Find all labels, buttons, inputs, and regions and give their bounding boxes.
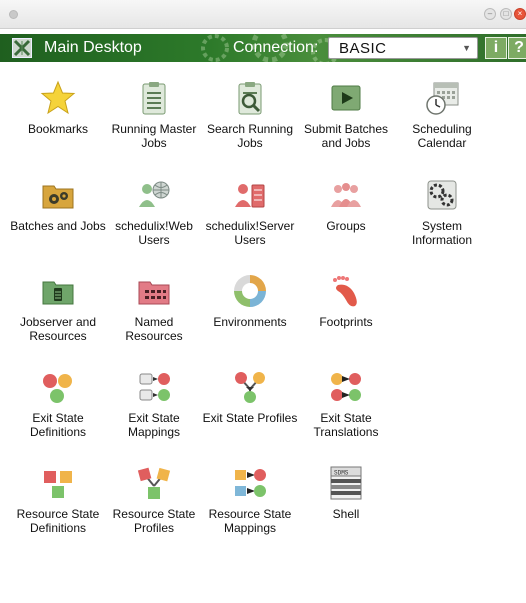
launcher-jobserver-and-resources[interactable]: Jobserver and Resources <box>10 273 106 343</box>
schedulix-logo-icon <box>12 38 32 58</box>
exit-state-translations-icon <box>328 369 364 405</box>
launcher-exit-state-translations[interactable]: Exit State Translations <box>298 369 394 439</box>
launcher-groups[interactable]: Groups <box>298 177 394 233</box>
resource-state-definitions-icon <box>40 465 76 501</box>
minimize-button[interactable]: – <box>484 8 496 20</box>
resource-state-profiles-icon <box>136 465 172 501</box>
launcher-label: Running Master Jobs <box>111 122 197 150</box>
launcher-search-running-jobs[interactable]: Search Running Jobs <box>202 80 298 150</box>
clipboard-search-icon <box>232 80 268 116</box>
exit-state-profiles-icon <box>232 369 268 405</box>
launcher-label: Batches and Jobs <box>10 219 106 233</box>
launcher-bookmarks[interactable]: Bookmarks <box>10 80 106 136</box>
play-icon <box>328 80 364 116</box>
window-titlebar: – □ × <box>0 0 526 29</box>
launcher-label: Exit State Mappings <box>127 411 181 439</box>
help-button[interactable]: ? <box>508 37 526 59</box>
info-button[interactable]: i <box>485 37 507 59</box>
exit-state-definitions-icon <box>40 369 76 405</box>
connection-select[interactable]: BASIC ▼ <box>328 37 478 59</box>
calendar-clock-icon <box>424 80 460 116</box>
launcher-schedulix-server-users[interactable]: schedulix!Server Users <box>202 177 298 247</box>
launcher-resource-state-definitions[interactable]: Resource State Definitions <box>10 465 106 535</box>
launcher-exit-state-mappings[interactable]: Exit State Mappings <box>106 369 202 439</box>
launcher-named-resources[interactable]: Named Resources <box>106 273 202 343</box>
launcher-label: Exit State Definitions <box>29 411 87 439</box>
maximize-button[interactable]: □ <box>500 8 512 20</box>
star-icon <box>40 80 76 116</box>
folder-gears-icon <box>40 177 76 213</box>
main-header: Main Desktop Connection: BASIC ▼ i ? <box>0 34 526 62</box>
launcher-system-information[interactable]: System Information <box>394 177 490 247</box>
launcher-label: Exit State Profiles <box>202 411 298 425</box>
launcher-label: Exit State Translations <box>313 411 379 439</box>
launcher-label: Bookmarks <box>27 122 89 136</box>
header-title: Main Desktop <box>44 39 142 56</box>
launcher-label: Named Resources <box>125 315 183 343</box>
launcher-scheduling-calendar[interactable]: Scheduling Calendar <box>394 80 490 150</box>
server-users-icon <box>232 177 268 213</box>
launcher-resource-state-mappings[interactable]: Resource State Mappings <box>202 465 298 535</box>
launcher-environments[interactable]: Environments <box>202 273 298 329</box>
web-users-icon <box>136 177 172 213</box>
launcher-label: Shell <box>332 507 360 521</box>
launcher-exit-state-definitions[interactable]: Exit State Definitions <box>10 369 106 439</box>
connection-value: BASIC <box>339 40 387 57</box>
folder-grid-icon <box>136 273 172 309</box>
shell-icon-text: SDMS <box>334 470 349 477</box>
launcher-label: Footprints <box>319 315 373 329</box>
launcher-label: Scheduling Calendar <box>412 122 472 150</box>
launcher-submit-batches-and-jobs[interactable]: Submit Batches and Jobs <box>298 80 394 150</box>
exit-state-mappings-icon <box>136 369 172 405</box>
launcher-label: Resource State Profiles <box>112 507 196 535</box>
chevron-down-icon: ▼ <box>462 43 471 53</box>
launcher-label: Search Running Jobs <box>206 122 294 150</box>
launcher-label: Resource State Definitions <box>16 507 100 535</box>
close-button[interactable]: × <box>514 8 526 20</box>
launcher-label: Jobserver and Resources <box>19 315 97 343</box>
footprint-icon <box>328 273 364 309</box>
connection-label: Connection: <box>233 39 319 56</box>
window-menu-dot[interactable] <box>9 10 18 19</box>
launcher-label: System Information <box>411 219 473 247</box>
shell-icon: SDMS <box>328 465 364 501</box>
resource-state-mappings-icon <box>232 465 268 501</box>
launcher-footprints[interactable]: Footprints <box>298 273 394 329</box>
environments-ring-icon <box>232 273 268 309</box>
launcher-label: Submit Batches and Jobs <box>303 122 389 150</box>
clipboard-list-icon <box>136 80 172 116</box>
launcher-resource-state-profiles[interactable]: Resource State Profiles <box>106 465 202 535</box>
launcher-shell[interactable]: SDMS Shell <box>298 465 394 521</box>
launcher-label: schedulix!Web Users <box>115 219 193 247</box>
folder-server-icon <box>40 273 76 309</box>
launcher-label: Groups <box>326 219 366 233</box>
launcher-label: Environments <box>213 315 287 329</box>
groups-icon <box>328 177 364 213</box>
launcher-running-master-jobs[interactable]: Running Master Jobs <box>106 80 202 150</box>
launcher-label: Resource State Mappings <box>208 507 292 535</box>
system-gears-icon <box>424 177 460 213</box>
launcher-schedulix-web-users[interactable]: schedulix!Web Users <box>106 177 202 247</box>
launcher-exit-state-profiles[interactable]: Exit State Profiles <box>202 369 298 425</box>
launcher-label: schedulix!Server Users <box>205 219 295 247</box>
launcher-batches-and-jobs[interactable]: Batches and Jobs <box>10 177 106 233</box>
